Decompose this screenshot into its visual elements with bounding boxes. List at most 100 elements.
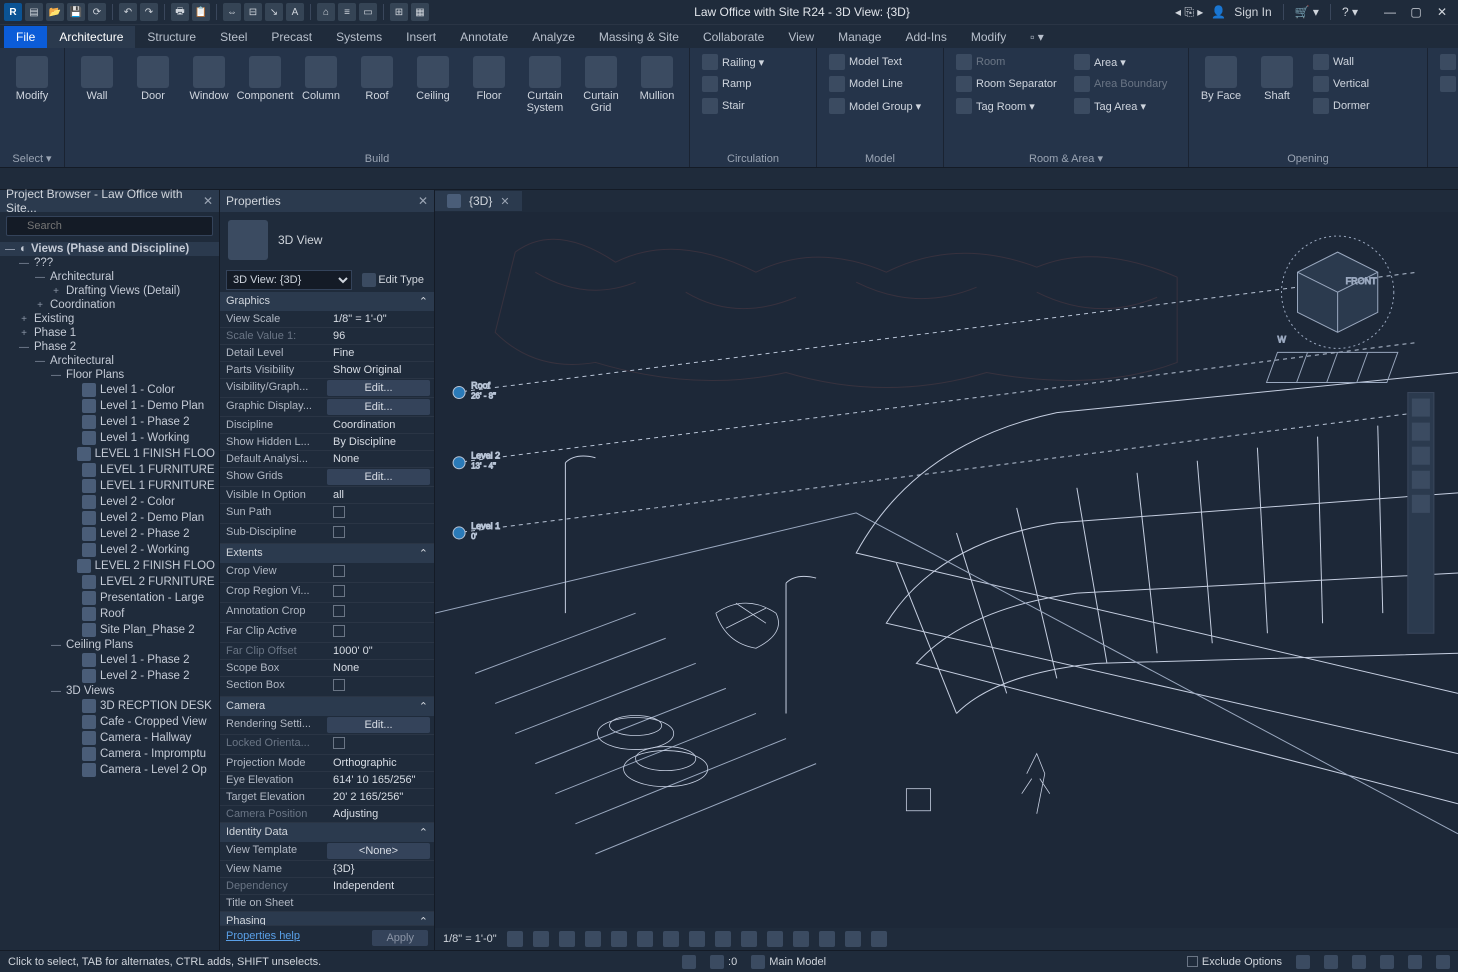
door-button[interactable]: Door [129,52,177,106]
crop-view-icon[interactable] [637,931,653,947]
tree-item[interactable]: —Floor Plans [0,368,219,382]
prop-value[interactable] [327,623,434,642]
checkbox[interactable] [333,585,345,597]
design-options-icon[interactable] [710,955,724,969]
tab-file[interactable]: File [4,26,47,48]
tab-insert[interactable]: Insert [394,26,448,48]
expand-icon[interactable]: — [18,258,30,269]
filter-icon[interactable] [1296,955,1310,969]
tree-item[interactable]: 3D RECPTION DESK [0,698,219,714]
shadows-icon[interactable] [585,931,601,947]
tree-item[interactable]: Level 1 - Phase 2 [0,652,219,668]
tree-item[interactable]: +Drafting Views (Detail) [0,284,219,298]
tree-item[interactable]: +Coordination [0,298,219,312]
dormer-button[interactable]: Dormer [1309,96,1419,116]
expand-icon[interactable]: — [50,686,62,697]
prop-value[interactable]: Orthographic [327,755,434,771]
properties-help-link[interactable]: Properties help [226,930,300,946]
reveal-constraints-icon[interactable] [871,931,887,947]
tab-analyze[interactable]: Analyze [520,26,587,48]
app-logo-icon[interactable]: R [4,3,22,21]
prop-value[interactable]: Edit... [327,469,430,485]
expand-icon[interactable]: — [50,370,62,381]
sync-icon[interactable]: ⟳ [88,3,106,21]
checkbox[interactable] [333,565,345,577]
close-icon[interactable]: ✕ [1430,3,1454,21]
tree-item[interactable]: +Existing [0,312,219,326]
tree-item[interactable]: LEVEL 2 FINISH FLOO [0,558,219,574]
tree-item[interactable]: Level 2 - Phase 2 [0,668,219,684]
roof-button[interactable]: Roof [353,52,401,106]
tab-annotate[interactable]: Annotate [448,26,520,48]
worksets-icon[interactable] [682,955,696,969]
lock-3d-icon[interactable] [689,931,705,947]
tree-item[interactable]: Level 1 - Color [0,382,219,398]
mullion-button[interactable]: Mullion [633,52,681,106]
tree-root[interactable]: —◐ Views (Phase and Discipline) [0,242,219,256]
tree-item[interactable]: —3D Views [0,684,219,698]
prop-group-identity-data[interactable]: Identity Data⌃ [220,823,434,842]
ramp-button[interactable]: Ramp [698,74,808,94]
railing-button[interactable]: Railing ▾ [698,52,808,72]
signin-link[interactable]: Sign In [1234,5,1271,19]
visual-style-icon[interactable] [533,931,549,947]
tagroom-button[interactable]: Tag Room ▾ [952,96,1062,116]
prop-value[interactable]: all [327,487,434,503]
curtain-system-button[interactable]: Curtain System [521,52,569,118]
undo-icon[interactable]: ↶ [119,3,137,21]
edit-type-button[interactable]: Edit Type [358,271,428,289]
tree-item[interactable]: LEVEL 1 FURNITURE [0,462,219,478]
tree-item[interactable]: LEVEL 1 FINISH FLOO [0,446,219,462]
tree-item[interactable]: LEVEL 2 FURNITURE [0,574,219,590]
prop-value[interactable]: Edit... [327,380,430,396]
tree-item[interactable]: LEVEL 1 FURNITURE [0,478,219,494]
prop-value[interactable]: Edit... [327,717,430,733]
prop-group-camera[interactable]: Camera⌃ [220,697,434,716]
prop-value[interactable]: <None> [327,843,430,859]
expand-icon[interactable]: + [34,300,46,311]
tree-item[interactable]: —Ceiling Plans [0,638,219,652]
prop-value[interactable] [327,603,434,622]
checkbox[interactable] [333,679,345,691]
maximize-icon[interactable]: ▢ [1404,3,1428,21]
apply-button[interactable]: Apply [372,930,428,946]
drawing-canvas[interactable]: Roof 26' - 8" Level 2 13' - 4" Level 1 0… [435,212,1458,928]
tab-view[interactable]: View [776,26,826,48]
close-hidden-icon[interactable]: ▭ [359,3,377,21]
dim-icon[interactable]: ⊟ [244,3,262,21]
text-icon[interactable]: A [286,3,304,21]
detail-level-icon[interactable] [507,931,523,947]
ribbon-expand-icon[interactable]: ▫ ▾ [1018,26,1056,48]
view-scale-label[interactable]: 1/8" = 1'-0" [443,933,497,945]
sun-path-icon[interactable] [559,931,575,947]
shaft-button[interactable]: Shaft [1253,52,1301,106]
tab-systems[interactable]: Systems [324,26,394,48]
modelline-button[interactable]: Model Line [825,74,935,94]
view-cube-icon[interactable]: ▦ [411,3,429,21]
tab-structure[interactable]: Structure [135,26,208,48]
minimize-icon[interactable]: — [1378,3,1402,21]
measure-icon[interactable]: 📋 [192,3,210,21]
expand-icon[interactable]: + [18,314,30,325]
expand-icon[interactable]: — [50,640,62,651]
drag-elements-icon[interactable] [1436,955,1450,969]
modelgroup-button[interactable]: Model Group ▾ [825,96,935,116]
tree-item[interactable]: Camera - Hallway [0,730,219,746]
thin-lines-icon[interactable]: ≡ [338,3,356,21]
roomseparator-button[interactable]: Room Separator [952,74,1062,94]
prop-group-phasing[interactable]: Phasing⌃ [220,912,434,925]
curtain-grid-button[interactable]: Curtain Grid [577,52,625,118]
prop-value[interactable] [327,504,434,523]
prop-value[interactable]: 20' 2 165/256" [327,789,434,805]
prop-value[interactable]: Edit... [327,399,430,415]
expand-icon[interactable]: + [50,286,62,297]
help-icon[interactable]: ? ▾ [1342,5,1358,19]
align-icon[interactable]: ⇔ [223,3,241,21]
tree-item[interactable]: —??? [0,256,219,270]
tree-item[interactable]: Presentation - Large [0,590,219,606]
analytical-icon[interactable] [819,931,835,947]
tree-item[interactable]: Level 1 - Phase 2 [0,414,219,430]
share-icon[interactable]: ◂ ⎘ ▸ [1175,5,1203,20]
tree-item[interactable]: Level 2 - Working [0,542,219,558]
prop-value[interactable] [327,563,434,582]
